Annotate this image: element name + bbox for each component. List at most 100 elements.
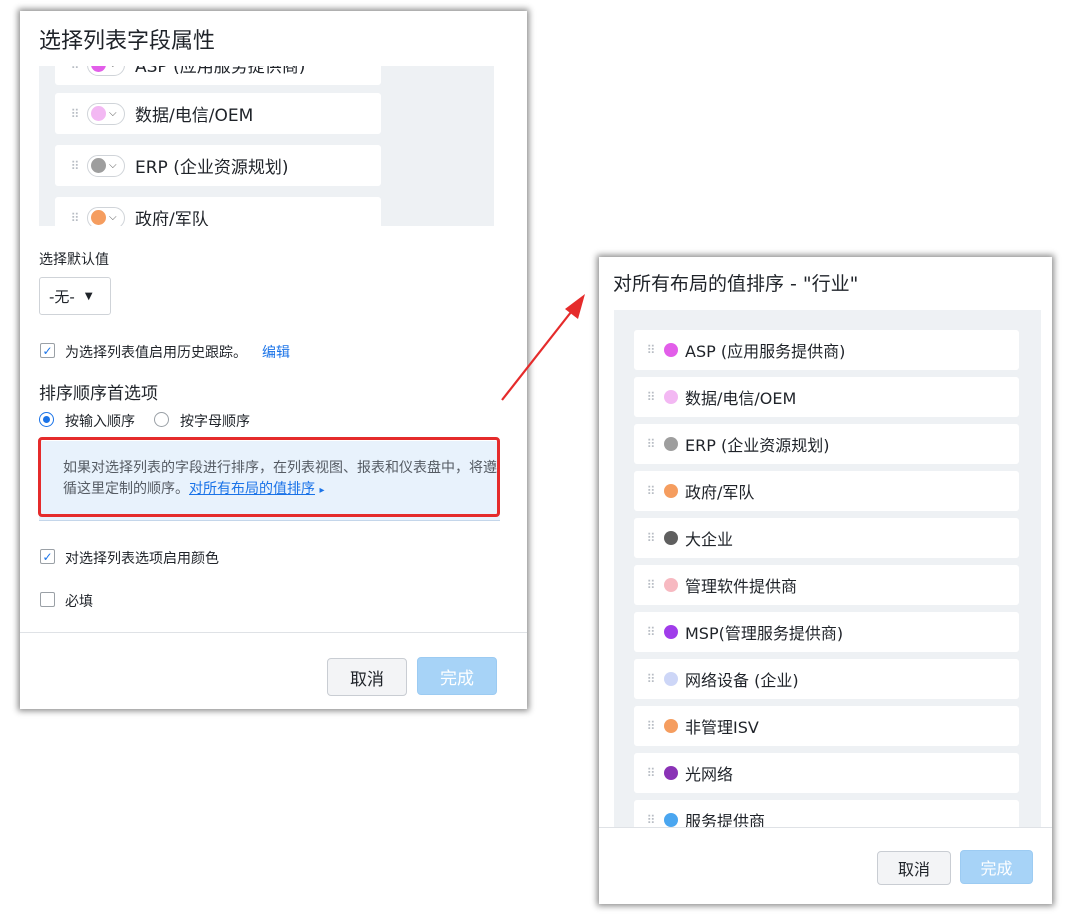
drag-handle-icon[interactable]: ⠿ (643, 578, 657, 592)
sortable-item[interactable]: ⠿ 网络设备 (企业) (634, 659, 1019, 699)
footer-divider (599, 827, 1052, 828)
sortable-item[interactable]: ⠿ 非管理ISV (634, 706, 1019, 746)
sortable-item-label: MSP(管理服务提供商) (685, 624, 844, 643)
arrow-line (501, 306, 576, 401)
sortable-item[interactable]: ⠿ ASP (应用服务提供商) (634, 330, 1019, 370)
sortable-item[interactable]: ⠿ ERP (企业资源规划) (634, 424, 1019, 464)
drag-handle-icon[interactable]: ⠿ (643, 484, 657, 498)
color-dot (91, 158, 106, 173)
highlight-annotation (38, 437, 500, 517)
color-dot (664, 625, 678, 639)
picklist-item[interactable]: ⠿ ⌵ 数据/电信/OEM (55, 93, 381, 134)
history-tracking-label: 为选择列表值启用历史跟踪。 (65, 345, 247, 361)
color-dot (664, 484, 678, 498)
sortable-item[interactable]: ⠿ 政府/军队 (634, 471, 1019, 511)
sort-by-entry-label: 按输入顺序 (65, 414, 135, 430)
color-dot (664, 719, 678, 733)
color-dot (91, 210, 106, 225)
picklist-item-label: 政府/军队 (135, 210, 209, 226)
drag-handle-icon[interactable]: ⠿ (643, 437, 657, 451)
picklist-properties-dialog: 选择列表字段属性 ⠿ ⌵ ASP (应用服务提供商) ⠿ ⌵ 数据/电信/OEM… (20, 11, 527, 709)
annotation-arrow (501, 294, 585, 401)
required-checkbox[interactable] (40, 592, 55, 607)
sortable-item-label: 光网络 (685, 765, 734, 784)
color-dot (664, 813, 678, 827)
default-value-select[interactable]: -无- ▼ (39, 277, 111, 315)
sortable-item-label: 管理软件提供商 (685, 577, 798, 596)
sort-by-entry-radio[interactable] (39, 412, 54, 427)
color-dot (91, 106, 106, 121)
drag-handle-icon[interactable]: ⠿ (67, 159, 81, 173)
color-dot (664, 672, 678, 686)
sort-alphabetical-label: 按字母顺序 (180, 414, 250, 430)
required-label: 必填 (65, 594, 93, 610)
chevron-down-icon: ⌵ (109, 212, 117, 223)
cancel-button[interactable]: 取消 (327, 658, 407, 696)
drag-handle-icon[interactable]: ⠿ (643, 813, 657, 827)
checkmark-icon: ✓ (42, 343, 53, 358)
color-picker[interactable]: ⌵ (87, 154, 125, 177)
sortable-item[interactable]: ⠿ 管理软件提供商 (634, 565, 1019, 605)
drag-handle-icon[interactable]: ⠿ (643, 531, 657, 545)
picklist-item[interactable]: ⠿ ⌵ ASP (应用服务提供商) (55, 66, 381, 85)
color-dot (91, 66, 106, 72)
sortable-item-label: ERP (企业资源规划) (685, 436, 830, 455)
checkmark-icon: ✓ (42, 549, 53, 564)
sortable-item-label: 网络设备 (企业) (685, 671, 799, 690)
color-dot (664, 437, 678, 451)
picklist-item-label: 数据/电信/OEM (135, 106, 254, 126)
drag-handle-icon[interactable]: ⠿ (643, 625, 657, 639)
footer-divider (20, 632, 527, 633)
color-dot (664, 578, 678, 592)
color-dot (664, 531, 678, 545)
sortable-item[interactable]: ⠿ 服务提供商 (634, 800, 1019, 827)
color-picker[interactable]: ⌵ (87, 66, 125, 76)
drag-handle-icon[interactable]: ⠿ (67, 107, 81, 121)
picklist-item[interactable]: ⠿ ⌵ 政府/军队 (55, 197, 381, 226)
enable-color-checkbox[interactable]: ✓ (40, 549, 55, 564)
sort-alphabetical-radio[interactable] (154, 412, 169, 427)
chevron-down-icon: ⌵ (109, 160, 117, 171)
sortable-item-label: 数据/电信/OEM (685, 389, 797, 408)
history-tracking-checkbox[interactable]: ✓ (40, 343, 55, 358)
enable-color-label: 对选择列表选项启用颜色 (65, 551, 219, 567)
dialog-title: 对所有布局的值排序 - "行业" (613, 273, 859, 295)
picklist-item[interactable]: ⠿ ⌵ ERP (企业资源规划) (55, 145, 381, 186)
sortable-item-label: ASP (应用服务提供商) (685, 342, 846, 361)
sort-all-layouts-dialog: 对所有布局的值排序 - "行业" ⠿ ASP (应用服务提供商) ⠿ 数据/电信… (599, 257, 1052, 904)
drag-handle-icon[interactable]: ⠿ (643, 390, 657, 404)
default-value-selected: -无- (49, 287, 75, 306)
drag-handle-icon[interactable]: ⠿ (643, 343, 657, 357)
cancel-button[interactable]: 取消 (877, 851, 951, 885)
done-button[interactable]: 完成 (417, 657, 497, 695)
drag-handle-icon[interactable]: ⠿ (643, 766, 657, 780)
default-value-label: 选择默认值 (39, 252, 109, 268)
drag-handle-icon[interactable]: ⠿ (67, 66, 81, 72)
color-dot (664, 343, 678, 357)
dialog-title: 选择列表字段属性 (39, 29, 216, 54)
color-dot (664, 766, 678, 780)
picklist-item-label: ASP (应用服务提供商) (135, 66, 306, 77)
caret-down-icon: ▼ (84, 290, 93, 302)
sort-order-heading: 排序顺序首选项 (39, 384, 158, 404)
drag-handle-icon[interactable]: ⠿ (643, 672, 657, 686)
sortable-values-panel[interactable]: ⠿ ASP (应用服务提供商) ⠿ 数据/电信/OEM ⠿ ERP (企业资源规… (614, 310, 1041, 827)
sortable-item[interactable]: ⠿ 光网络 (634, 753, 1019, 793)
sortable-item[interactable]: ⠿ 数据/电信/OEM (634, 377, 1019, 417)
done-button[interactable]: 完成 (960, 850, 1033, 884)
edit-link[interactable]: 编辑 (262, 342, 290, 362)
picklist-item-label: ERP (企业资源规划) (135, 158, 289, 178)
color-dot (664, 390, 678, 404)
drag-handle-icon[interactable]: ⠿ (67, 211, 81, 225)
picklist-values-panel[interactable]: ⠿ ⌵ ASP (应用服务提供商) ⠿ ⌵ 数据/电信/OEM ⠿ ⌵ ERP … (39, 66, 494, 226)
chevron-down-icon: ⌵ (109, 108, 117, 119)
sortable-item[interactable]: ⠿ 大企业 (634, 518, 1019, 558)
sortable-item-label: 大企业 (685, 530, 734, 549)
chevron-down-icon: ⌵ (109, 66, 117, 70)
sortable-item-label: 政府/军队 (685, 483, 755, 502)
color-picker[interactable]: ⌵ (87, 206, 125, 226)
color-picker[interactable]: ⌵ (87, 102, 125, 125)
drag-handle-icon[interactable]: ⠿ (643, 719, 657, 733)
sortable-item-label: 服务提供商 (685, 812, 766, 827)
sortable-item[interactable]: ⠿ MSP(管理服务提供商) (634, 612, 1019, 652)
